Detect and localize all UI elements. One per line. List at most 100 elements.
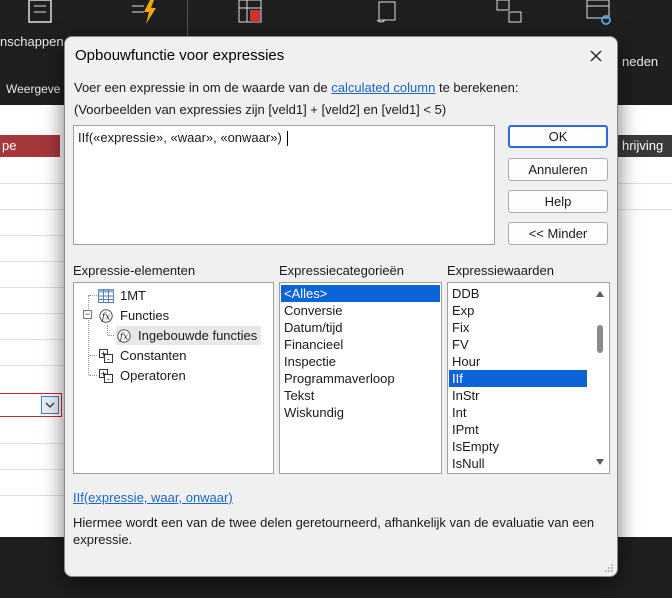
row-divider: [0, 365, 66, 366]
value-item[interactable]: Fix: [449, 319, 587, 336]
ok-button[interactable]: OK: [508, 125, 608, 148]
tree-item-operators[interactable]: + - Operatoren: [98, 366, 186, 385]
svg-text:fx: fx: [119, 332, 128, 342]
cancel-button[interactable]: Annuleren: [508, 158, 608, 181]
value-item[interactable]: InStr: [449, 387, 587, 404]
tree-item-constants[interactable]: + - Constanten: [98, 346, 187, 365]
text-caret: [287, 131, 289, 147]
calculated-column-link[interactable]: calculated column: [331, 80, 435, 95]
svg-text:-: -: [107, 354, 110, 363]
function-icon: fx: [116, 328, 132, 344]
value-item[interactable]: DDB: [449, 285, 587, 302]
function-signature-link[interactable]: IIf(expressie, waar, onwaar): [73, 490, 233, 505]
elements-label: Expressie-elementen: [73, 263, 196, 278]
resize-grip-icon[interactable]: [604, 563, 614, 573]
categories-label: Expressiecategorieën: [279, 263, 405, 278]
row-divider: [618, 209, 672, 210]
function-description: Hiermee wordt een van de twee delen gere…: [73, 515, 595, 547]
dialog-title: Opbouwfunctie voor expressies: [75, 47, 285, 64]
expression-input[interactable]: IIf(«expressie», «waar», «onwaar»): [73, 125, 495, 245]
column-header-right[interactable]: hrijving: [618, 135, 672, 157]
scroll-up-icon[interactable]: [595, 290, 605, 298]
tree-item-label: Functies: [120, 308, 170, 323]
close-icon[interactable]: [590, 50, 602, 62]
row-divider: [618, 183, 672, 184]
value-item[interactable]: IIf: [449, 370, 587, 387]
value-item[interactable]: IsNull: [449, 455, 587, 472]
properties-icon[interactable]: [26, 0, 56, 26]
script-icon[interactable]: [374, 0, 404, 26]
chevron-down-icon[interactable]: [41, 396, 59, 414]
value-item[interactable]: Exp: [449, 302, 587, 319]
category-item[interactable]: <Alles>: [281, 285, 440, 302]
tree-item-label: Ingebouwde functies: [138, 328, 258, 343]
intro-prefix: Voer een expressie in om de waarde van d…: [74, 80, 332, 95]
values-label: Expressiewaarden: [447, 263, 554, 278]
ribbon-group-view: Weergeve: [6, 82, 61, 96]
category-item[interactable]: Programmaverloop: [281, 370, 440, 387]
categories-items: <Alles> Conversie Datum/tijd Financieel Insp…: [281, 285, 440, 421]
value-item[interactable]: Int: [449, 404, 587, 421]
values-scrollbar[interactable]: [591, 283, 609, 473]
value-item[interactable]: IPmt: [449, 421, 587, 438]
table-icon[interactable]: [236, 0, 266, 26]
collapse-icon[interactable]: −: [83, 310, 92, 319]
lightning-icon[interactable]: [130, 0, 160, 26]
column-header-left[interactable]: pe: [0, 135, 60, 157]
category-item[interactable]: Wiskundig: [281, 404, 440, 421]
tree-item-label: 1MT: [120, 288, 146, 303]
tree-item-functions[interactable]: fx Functies: [98, 306, 169, 325]
row-divider: [0, 287, 66, 288]
close-button[interactable]: [581, 43, 611, 69]
tree-item-table[interactable]: 1MT: [98, 286, 146, 305]
scroll-down-icon[interactable]: [595, 458, 605, 466]
values-list[interactable]: DDB Exp Fix FV Hour IIf InStr Int IPmt IsEmpty IsN…: [447, 282, 610, 474]
row-divider: [0, 469, 66, 470]
intro-suffix: te berekenen:: [435, 80, 519, 95]
row-divider: [0, 261, 66, 262]
value-item[interactable]: IsEmpty: [449, 438, 587, 455]
category-item[interactable]: Inspectie: [281, 353, 440, 370]
categories-list[interactable]: <Alles> Conversie Datum/tijd Financieel Insp…: [279, 282, 442, 474]
row-divider: [0, 313, 66, 314]
linked-table-icon[interactable]: [584, 0, 614, 26]
ribbon-label-properties[interactable]: nschappen: [0, 34, 64, 49]
expression-builder-dialog: Opbouwfunctie voor expressies Voer een e…: [64, 36, 618, 577]
value-item[interactable]: FV: [449, 336, 587, 353]
help-button[interactable]: Help: [508, 190, 608, 213]
tree-guide-line: [89, 355, 97, 356]
category-item[interactable]: Tekst: [281, 387, 440, 404]
tree-guide-line: [108, 335, 114, 336]
constants-icon: + -: [98, 348, 114, 364]
row-divider: [0, 495, 66, 496]
background-dropdown[interactable]: [0, 393, 62, 417]
row-divider: [0, 209, 66, 210]
operators-icon: + -: [98, 368, 114, 384]
relations-icon[interactable]: [494, 0, 524, 26]
row-divider: [0, 443, 66, 444]
category-item[interactable]: Datum/tijd: [281, 319, 440, 336]
category-item[interactable]: Financieel: [281, 336, 440, 353]
value-item[interactable]: Hour: [449, 353, 587, 370]
function-icon: fx: [98, 308, 114, 324]
tree-item-label: Operatoren: [120, 368, 186, 383]
tree-guide-line: [89, 295, 97, 296]
svg-text:fx: fx: [101, 312, 110, 322]
tree-guide-line: [107, 325, 108, 335]
row-divider: [0, 339, 66, 340]
less-button[interactable]: << Minder: [508, 222, 608, 245]
ribbon-label-right[interactable]: neden: [622, 54, 658, 69]
tree-item-builtin-functions[interactable]: fx Ingebouwde functies: [116, 326, 262, 345]
expression-text: IIf(«expressie», «waar», «onwaar»): [78, 130, 286, 145]
scroll-thumb[interactable]: [597, 325, 603, 353]
table-icon: [98, 288, 114, 304]
tree-item-label: Constanten: [120, 348, 187, 363]
row-divider: [0, 183, 66, 184]
values-items: DDB Exp Fix FV Hour IIf InStr Int IPmt IsEmpty IsN…: [449, 285, 587, 472]
row-divider: [0, 235, 66, 236]
category-item[interactable]: Conversie: [281, 302, 440, 319]
svg-text:-: -: [107, 374, 110, 383]
elements-tree[interactable]: 1MT − fx Functies fx Ingebouwde functies…: [73, 282, 274, 474]
tree-guide-line: [88, 295, 89, 375]
tree-guide-line: [89, 375, 97, 376]
